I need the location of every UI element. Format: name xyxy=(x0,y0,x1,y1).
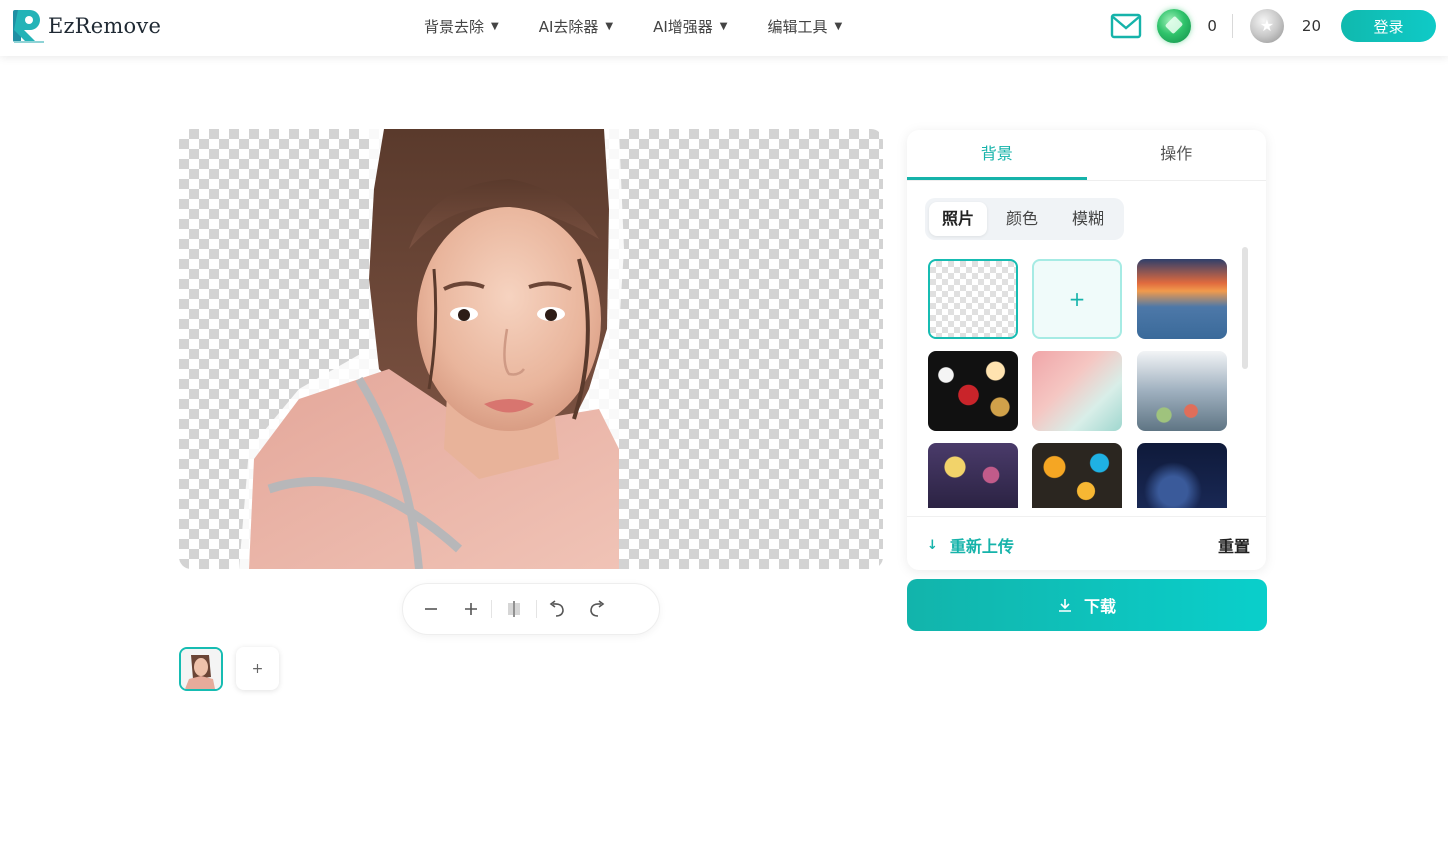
swatch-sunset-sea[interactable] xyxy=(1137,259,1227,339)
reupload-button[interactable]: ↓ 重新上传 xyxy=(927,533,1014,557)
background-swatch-grid: + xyxy=(928,259,1232,508)
segment-photo[interactable]: 照片 xyxy=(929,202,987,236)
nav-label: 编辑工具 xyxy=(767,17,828,36)
nav-ai-enhancer[interactable]: AI增强器 ▼ xyxy=(653,16,727,37)
reupload-label: 重新上传 xyxy=(949,537,1014,556)
swatch-rainy-window[interactable] xyxy=(1137,351,1227,431)
nav-label: AI增强器 xyxy=(653,17,713,36)
download-label: 下载 xyxy=(1083,597,1116,616)
top-nav-bar: EzRemove 背景去除 ▼ AI去除器 ▼ AI增强器 ▼ 编辑工具 ▼ 0… xyxy=(0,0,1448,56)
caret-down-icon: ▼ xyxy=(491,20,499,32)
mail-icon[interactable] xyxy=(1110,12,1142,40)
undo-button[interactable] xyxy=(537,589,577,629)
caret-down-icon: ▼ xyxy=(605,20,614,32)
reset-button[interactable]: 重置 xyxy=(1218,533,1250,557)
download-button[interactable]: 下载 xyxy=(907,579,1267,631)
image-canvas[interactable] xyxy=(179,129,883,569)
cutout-subject-image xyxy=(239,129,624,569)
logo-mark-icon xyxy=(13,10,44,43)
zoom-in-button[interactable] xyxy=(451,589,491,629)
coin-icon[interactable]: ★ xyxy=(1249,9,1284,43)
caret-down-icon: ▼ xyxy=(719,20,728,32)
redo-icon xyxy=(590,600,605,617)
nav-background-removal[interactable]: 背景去除 ▼ xyxy=(424,16,499,37)
panel-footer: ↓ 重新上传 重置 xyxy=(907,516,1266,570)
redo-button[interactable] xyxy=(577,589,617,629)
swatch-night-city[interactable] xyxy=(928,443,1018,508)
login-button[interactable]: 登录 xyxy=(1341,10,1436,42)
swatch-golden-bokeh[interactable] xyxy=(1032,443,1122,508)
gem-count: 0 xyxy=(1207,17,1217,35)
minus-icon xyxy=(425,608,437,610)
nav-label: AI去除器 xyxy=(538,17,599,36)
logo-text: EzRemove xyxy=(48,14,162,38)
swatch-pastel-pink[interactable] xyxy=(1032,351,1122,431)
nav-ai-remover[interactable]: AI去除器 ▼ xyxy=(539,16,613,37)
swatch-bokeh-lights[interactable] xyxy=(928,351,1018,431)
swatch-scrollbar[interactable] xyxy=(1242,247,1248,369)
swatch-transparent[interactable] xyxy=(928,259,1018,339)
tab-actions[interactable]: 操作 xyxy=(1087,130,1267,180)
add-image-button[interactable]: + xyxy=(236,647,279,690)
gem-icon[interactable] xyxy=(1157,9,1192,43)
image-thumbnail[interactable] xyxy=(179,647,223,691)
caret-down-icon: ▼ xyxy=(834,20,843,32)
divider xyxy=(1231,14,1233,38)
segment-color[interactable]: 颜色 xyxy=(991,202,1053,236)
swatch-upload-button[interactable]: + xyxy=(1032,259,1122,339)
download-icon xyxy=(1058,599,1071,612)
plus-icon: + xyxy=(1068,287,1086,311)
undo-icon xyxy=(549,600,564,617)
tab-background[interactable]: 背景 xyxy=(907,130,1087,180)
nav-label: 背景去除 xyxy=(424,17,485,36)
swatch-starry-sky[interactable] xyxy=(1137,443,1227,508)
plus-icon: + xyxy=(251,660,264,677)
edit-panel: 背景 操作 照片 颜色 模糊 + ↓ 重新上传 重置 xyxy=(907,130,1266,570)
plus-icon xyxy=(465,603,477,615)
brand-logo[interactable]: EzRemove xyxy=(12,8,161,44)
compare-icon xyxy=(508,601,520,617)
zoom-out-button[interactable] xyxy=(411,589,451,629)
background-type-selector: 照片 颜色 模糊 xyxy=(925,198,1124,240)
main-nav: 背景去除 ▼ AI去除器 ▼ AI增强器 ▼ 编辑工具 ▼ xyxy=(424,0,842,52)
canvas-toolbar xyxy=(402,583,660,635)
divider xyxy=(491,600,492,618)
arrow-down-icon: ↓ xyxy=(927,537,938,553)
segment-blur[interactable]: 模糊 xyxy=(1057,202,1119,236)
nav-edit-tools[interactable]: 编辑工具 ▼ xyxy=(768,16,843,37)
panel-tabs: 背景 操作 xyxy=(907,130,1266,181)
thumbnail-image xyxy=(181,649,221,689)
header-actions: 0 ★ 20 登录 xyxy=(1110,8,1436,44)
coin-count: 20 xyxy=(1301,17,1321,35)
compare-button[interactable] xyxy=(494,589,534,629)
